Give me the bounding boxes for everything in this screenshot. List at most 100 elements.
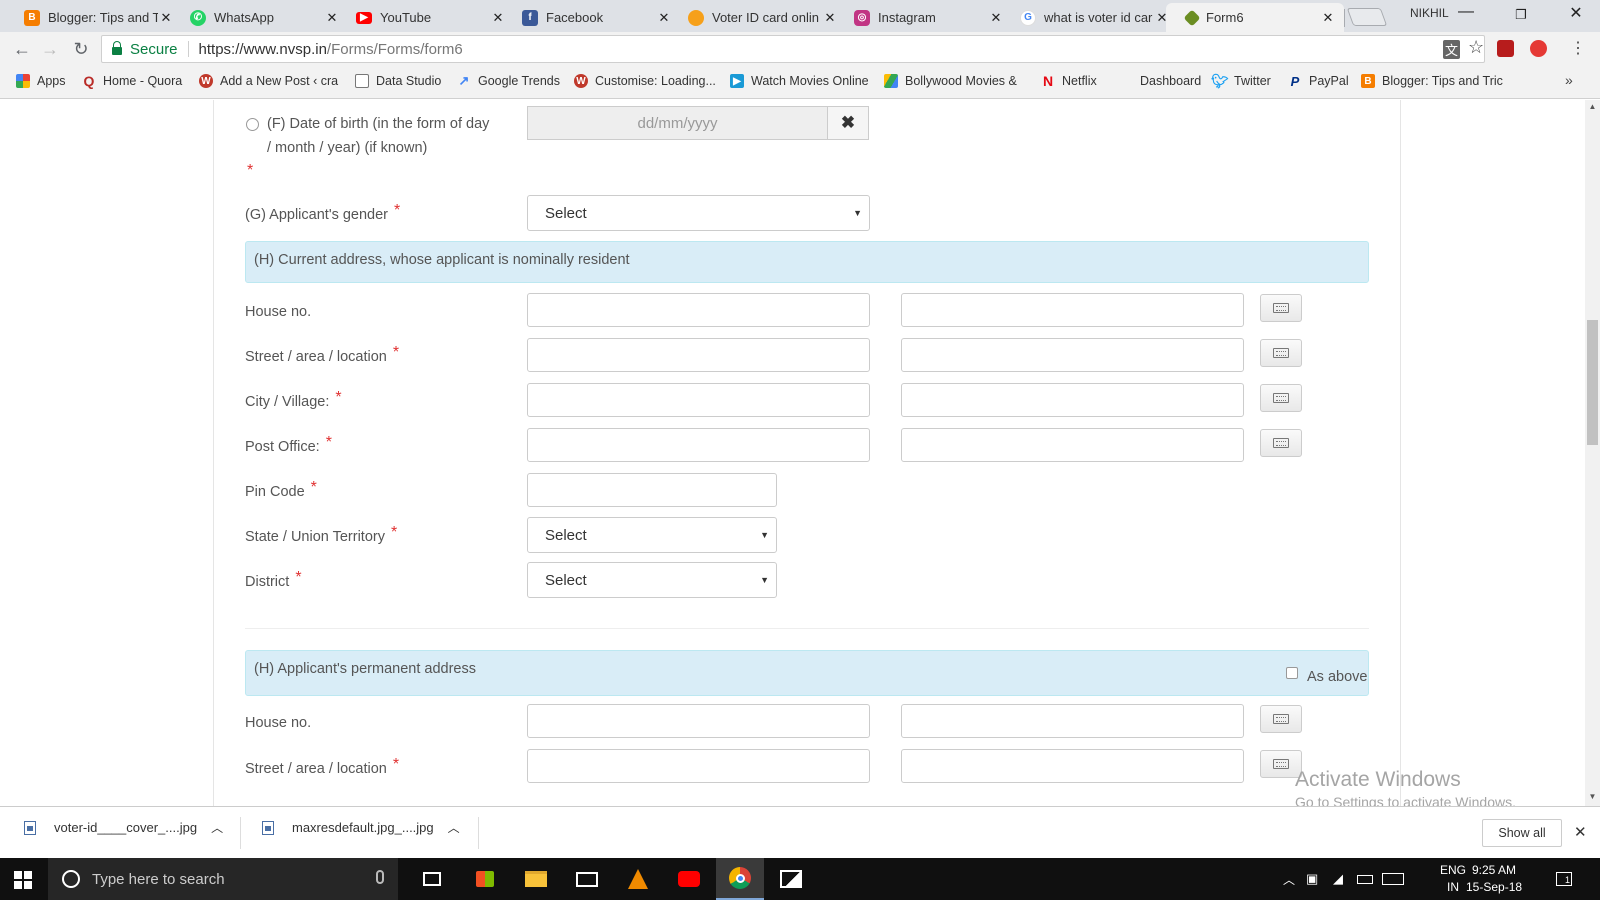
house-no-input-english[interactable] [527, 293, 870, 327]
city-input-english[interactable] [527, 383, 870, 417]
chevron-up-icon[interactable]: ︿ [448, 819, 460, 836]
clear-date-icon[interactable]: ✖ [827, 106, 869, 140]
house-no-input-regional[interactable] [901, 293, 1244, 327]
tab-facebook[interactable]: f Facebook ✕ [502, 3, 681, 32]
tab-youtube[interactable]: ▶ YouTube ✕ [336, 3, 515, 32]
region-code: IN [1447, 880, 1459, 894]
reload-icon[interactable]: ↻ [69, 37, 93, 61]
bookmark-apps[interactable]: Apps [16, 74, 66, 88]
menu-icon[interactable]: ⋮ [1570, 38, 1586, 58]
url-text[interactable]: https://www.nvsp.in/Forms/Forms/form6 [199, 41, 463, 58]
keyboard-tray-icon[interactable] [1382, 858, 1404, 900]
page-scrollbar[interactable]: ▲ ▼ [1585, 100, 1600, 806]
play-icon: ▶ [730, 74, 744, 88]
show-all-button[interactable]: Show all [1482, 819, 1562, 847]
gender-select[interactable]: Select ▼ [527, 195, 870, 231]
download-item[interactable]: maxresdefault.jpg_....jpg ︿ [262, 819, 460, 836]
bookmark-watch-movies[interactable]: ▶ Watch Movies Online [730, 74, 869, 88]
close-window-icon[interactable]: ✕ [1556, 3, 1596, 23]
bookmark-add-post[interactable]: W Add a New Post ‹ cra [199, 74, 338, 88]
vlc-icon[interactable] [614, 858, 662, 900]
tab-form6[interactable]: Form6 ✕ [1166, 3, 1345, 32]
notification-count: 1 [1556, 872, 1572, 886]
post-office-input-english[interactable] [527, 428, 870, 462]
back-icon[interactable]: ← [10, 37, 34, 61]
city-input-regional[interactable] [901, 383, 1244, 417]
state-select[interactable]: Select ▼ [527, 517, 777, 553]
file-explorer-icon[interactable] [512, 858, 560, 900]
tab-voter-id[interactable]: Voter ID card onlin ✕ [668, 3, 847, 32]
bookmark-dashboard[interactable]: Dashboard [1140, 74, 1201, 88]
tab-whatsapp[interactable]: ✆ WhatsApp ✕ [170, 3, 349, 32]
microphone-icon[interactable] [376, 870, 384, 884]
translate-icon[interactable]: 文 [1443, 40, 1461, 59]
district-select[interactable]: Select ▼ [527, 562, 777, 598]
perm-street-input-english[interactable] [527, 749, 870, 783]
scroll-down-icon[interactable]: ▼ [1585, 792, 1600, 801]
pin-code-input[interactable] [527, 473, 777, 507]
bookmark-label: Add a New Post ‹ cra [220, 74, 339, 88]
address-bar[interactable]: Secure https://www.nvsp.in/Forms/Forms/f… [101, 35, 1485, 63]
profile-name[interactable]: NIKHIL [1410, 6, 1449, 20]
scrollbar-thumb[interactable] [1587, 320, 1598, 445]
battery-icon[interactable] [1357, 858, 1373, 900]
keyboard-icon[interactable] [1260, 384, 1302, 412]
bookmark-paypal[interactable]: P PayPal [1288, 74, 1349, 89]
notifications-icon[interactable]: 1 [1556, 858, 1572, 900]
keyboard-icon[interactable] [1260, 339, 1302, 367]
bookmark-blogger[interactable]: B Blogger: Tips and Tric [1361, 74, 1506, 88]
perm-house-no-input-regional[interactable] [901, 704, 1244, 738]
photos-icon[interactable] [767, 858, 815, 900]
street-input-english[interactable] [527, 338, 870, 372]
tray-chevron-icon[interactable]: ︿ [1283, 858, 1295, 900]
extension-play-icon[interactable] [1530, 40, 1547, 57]
watermark-title: Activate Windows [1295, 768, 1461, 791]
new-tab-button[interactable] [1346, 8, 1388, 26]
bookmark-bollywood[interactable]: Bollywood Movies & [884, 74, 1017, 88]
language-indicator[interactable]: ENG IN [1440, 862, 1466, 896]
perm-street-input-regional[interactable] [901, 749, 1244, 783]
post-office-input-regional[interactable] [901, 428, 1244, 462]
system-clock[interactable]: 9:25 AM 15-Sep-18 [1466, 862, 1522, 896]
close-tab-icon[interactable]: ✕ [1320, 10, 1336, 26]
dob-radio[interactable] [246, 118, 259, 131]
windows-start-icon[interactable] [14, 871, 32, 889]
bookmark-data-studio[interactable]: Data Studio [355, 74, 441, 88]
bookmark-quora[interactable]: Q Home - Quora [82, 73, 183, 89]
keyboard-icon[interactable] [1260, 705, 1302, 733]
street-label-text: Street / area / location [245, 349, 387, 365]
bookmark-star-icon[interactable]: ☆ [1468, 37, 1484, 58]
extension-chart-icon[interactable] [1497, 40, 1514, 57]
minimize-icon[interactable]: — [1446, 3, 1486, 21]
tray-device-icon[interactable]: ▣ [1306, 858, 1318, 900]
task-view-icon[interactable] [408, 858, 456, 900]
tab-google-search[interactable]: G what is voter id car ✕ [1000, 3, 1179, 32]
chevron-up-icon[interactable]: ︿ [211, 819, 223, 836]
bookmark-netflix[interactable]: N Netflix [1041, 73, 1097, 89]
tab-instagram[interactable]: ◎ Instagram ✕ [834, 3, 1013, 32]
keyboard-icon[interactable] [1260, 294, 1302, 322]
mail-icon[interactable] [563, 858, 611, 900]
state-select-value: Select [545, 526, 587, 544]
close-shelf-icon[interactable]: ✕ [1574, 823, 1587, 841]
page-icon [355, 74, 369, 88]
perm-house-no-input-english[interactable] [527, 704, 870, 738]
bookmarks-overflow-icon[interactable]: » [1565, 72, 1573, 88]
store-icon[interactable] [461, 858, 509, 900]
keyboard-icon[interactable] [1260, 429, 1302, 457]
youtube-app-icon[interactable] [665, 858, 713, 900]
bookmark-twitter[interactable]: 🐦︎ Twitter [1211, 73, 1271, 89]
bookmark-customise[interactable]: W Customise: Loading... [574, 74, 716, 88]
forward-icon[interactable]: → [38, 37, 62, 61]
chrome-icon[interactable] [716, 858, 764, 900]
bookmark-google-trends[interactable]: ↗ Google Trends [457, 73, 560, 88]
network-icon[interactable]: ◢ [1333, 858, 1343, 900]
download-item[interactable]: voter-id____cover_....jpg ︿ [24, 819, 223, 836]
restore-icon[interactable]: ❐ [1501, 7, 1541, 23]
tab-blogger[interactable]: B Blogger: Tips and T ✕ [4, 3, 183, 32]
scroll-up-icon[interactable]: ▲ [1585, 102, 1600, 111]
street-input-regional[interactable] [901, 338, 1244, 372]
as-above-checkbox[interactable] [1286, 667, 1298, 679]
dob-input[interactable]: dd/mm/yyyy [527, 106, 827, 140]
taskbar-search[interactable]: Type here to search [48, 858, 398, 900]
